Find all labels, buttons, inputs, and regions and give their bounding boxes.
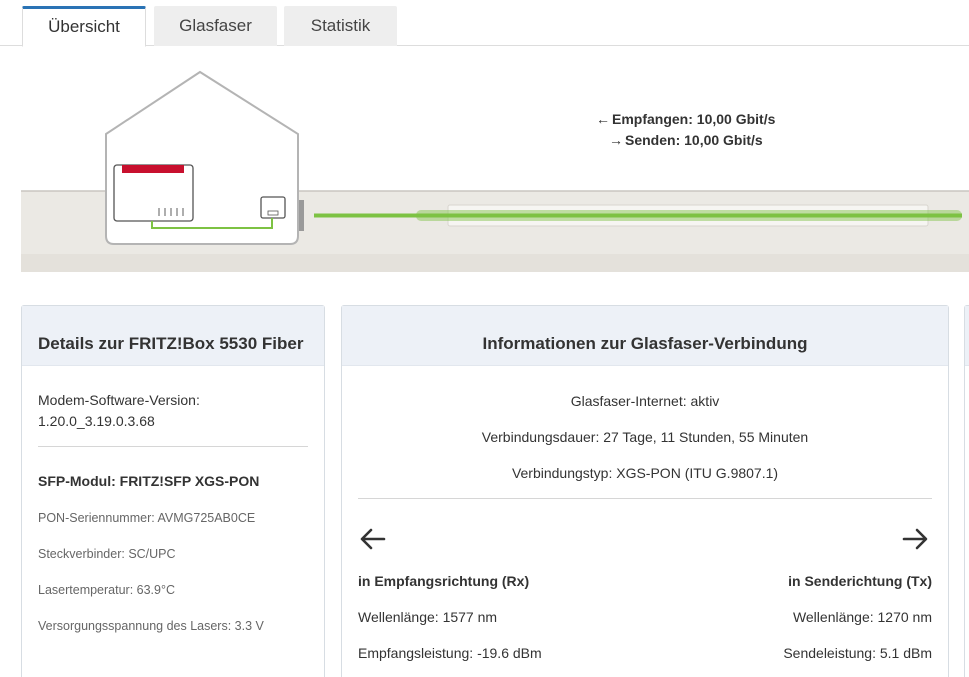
fiber-card-title: Informationen zur Glasfaser-Verbindung <box>342 306 948 366</box>
modem-version-label: Modem-Software-Version: <box>38 392 200 408</box>
receive-speed-label: Empfangen: 10,00 Gbit/s <box>612 111 776 127</box>
arrow-left-icon: ← <box>596 111 610 127</box>
tx-heading: in Senderichtung (Tx) <box>788 573 932 589</box>
fiber-ont-port <box>267 210 279 216</box>
router-accent <box>122 165 184 173</box>
receive-speed: ← Empfangen: 10,00 Gbit/s <box>596 111 775 127</box>
fiber-info-card: Informationen zur Glasfaser-Verbindung G… <box>341 305 949 677</box>
fiber-divider <box>358 498 932 499</box>
send-speed: → Senden: 10,00 Gbit/s <box>609 132 763 148</box>
tab-glasfaser[interactable]: Glasfaser <box>154 6 277 46</box>
tx-power: Sendeleistung: 5.1 dBm <box>783 645 932 661</box>
pon-serial-number: PON-Seriennummer: AVMG725AB0CE <box>38 511 256 525</box>
ground-bottom-strip <box>21 254 969 272</box>
page: Übersicht Glasfaser Statistik ← Empfange… <box>0 0 969 677</box>
details-card-title: Details zur FRITZ!Box 5530 Fiber <box>22 306 324 366</box>
rx-arrow-left-icon <box>360 528 386 550</box>
partial-card <box>964 305 969 677</box>
rx-wavelength: Wellenlänge: 1577 nm <box>358 609 498 625</box>
router-body <box>113 164 194 222</box>
tab-uebersicht[interactable]: Übersicht <box>22 6 146 47</box>
connector-type: Steckverbinder: SC/UPC <box>38 547 176 561</box>
details-card: Details zur FRITZ!Box 5530 Fiber Modem-S… <box>21 305 325 677</box>
connection-diagram: ← Empfangen: 10,00 Gbit/s → Senden: 10,00 … <box>0 46 969 276</box>
details-divider <box>38 446 308 447</box>
connection-type: Verbindungstyp: XGS-PON (ITU G.9807.1) <box>511 465 779 481</box>
arrow-right-icon: → <box>609 132 623 148</box>
laser-supply-voltage: Versorgungsspannung des Lasers: 3.3 V <box>38 619 264 633</box>
modem-version-value: 1.20.0_3.19.0.3.68 <box>38 413 155 429</box>
rx-heading: in Empfangsrichtung (Rx) <box>358 573 530 589</box>
rx-power: Empfangsleistung: -19.6 dBm <box>358 645 542 661</box>
diagram-graphic <box>21 70 969 272</box>
sfp-module-title: SFP-Modul: FRITZ!SFP XGS-PON <box>38 473 260 489</box>
partial-card-head <box>965 306 969 366</box>
tab-bar: Übersicht Glasfaser Statistik <box>0 0 969 47</box>
tx-arrow-right-icon <box>902 528 928 550</box>
connection-duration: Verbindungsdauer: 27 Tage, 11 Stunden, 5… <box>481 429 809 445</box>
fiber-status: Glasfaser-Internet: aktiv <box>570 393 720 409</box>
laser-temperature: Lasertemperatur: 63.9°C <box>38 583 176 597</box>
send-speed-label: Senden: 10,00 Gbit/s <box>625 132 763 148</box>
tx-wavelength: Wellenlänge: 1270 nm <box>792 609 932 625</box>
tab-statistik[interactable]: Statistik <box>284 6 397 46</box>
